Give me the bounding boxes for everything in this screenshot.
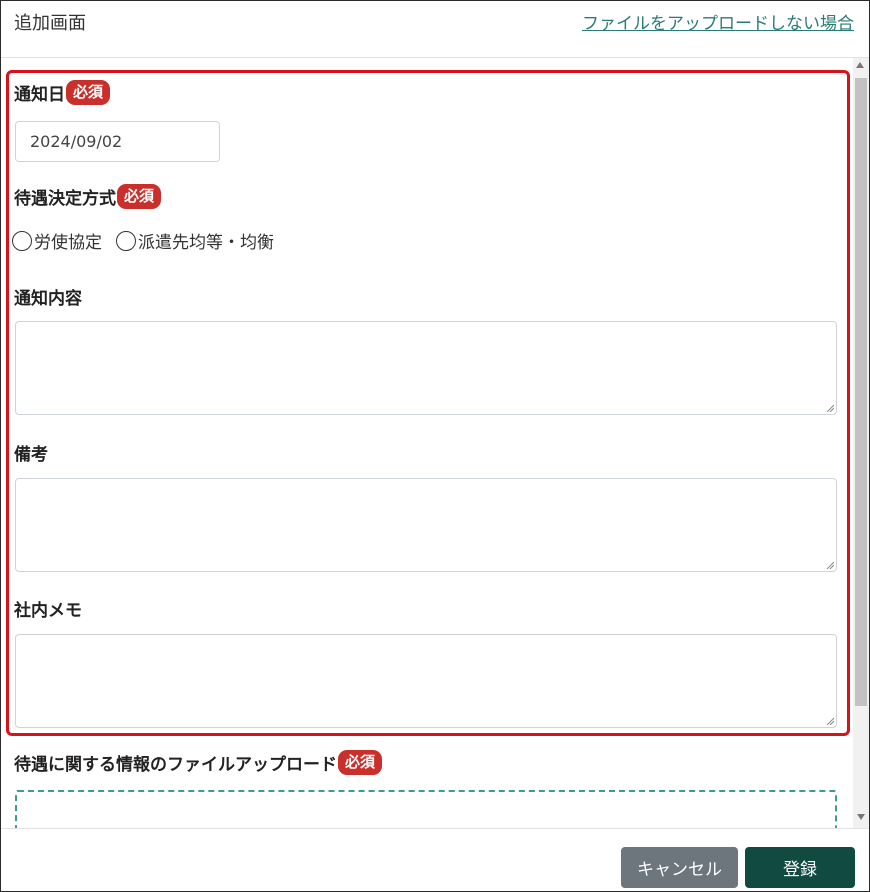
internal-memo-textarea[interactable] (15, 634, 837, 728)
dialog-footer: キャンセル 登録 (1, 828, 869, 891)
radio-button[interactable] (116, 230, 136, 251)
notice-content-textarea[interactable] (15, 321, 837, 415)
radio-label: 派遣先均等・均衡 (138, 233, 274, 253)
resize-grip-icon[interactable] (826, 561, 834, 569)
vertical-scrollbar[interactable] (853, 58, 869, 828)
internal-memo-label: 社内メモ (14, 596, 82, 621)
file-upload-label-text: 待遇に関する情報のファイルアップロード (14, 755, 337, 775)
skip-upload-link[interactable]: ファイルをアップロードしない場合 (582, 9, 854, 34)
required-badge: 必須 (117, 184, 162, 209)
treatment-method-label-text: 待遇決定方式 (14, 189, 116, 209)
scroll-down-arrow-icon[interactable] (857, 814, 865, 820)
radio-label: 労使協定 (34, 233, 102, 253)
page-title: 追加画面 (14, 13, 86, 34)
notice-date-field (15, 121, 220, 162)
scrollbar-thumb[interactable] (855, 78, 867, 706)
remarks-textarea[interactable] (15, 478, 837, 572)
file-dropzone[interactable] (15, 790, 837, 828)
file-upload-label: 待遇に関する情報のファイルアップロード 必須 (14, 750, 383, 775)
remarks-label: 備考 (14, 440, 48, 465)
dialog-header: 追加画面 ファイルをアップロードしない場合 (1, 1, 869, 58)
notice-date-input[interactable] (16, 122, 219, 161)
required-badge: 必須 (338, 750, 383, 775)
resize-grip-icon[interactable] (826, 404, 834, 412)
radio-labor-agreement[interactable]: 労使協定 (12, 228, 102, 253)
notice-content-label-text: 通知内容 (14, 289, 82, 309)
notice-content-label: 通知内容 (14, 284, 82, 309)
radio-equal-treatment[interactable]: 派遣先均等・均衡 (116, 228, 274, 253)
treatment-method-label: 待遇決定方式 必須 (14, 184, 162, 209)
scroll-up-arrow-icon[interactable] (856, 62, 864, 68)
form-body: 通知日 必須 待遇決定方式 必須 労使協定 (1, 58, 853, 828)
radio-button[interactable] (12, 230, 32, 251)
internal-memo-label-text: 社内メモ (14, 601, 82, 621)
notice-date-label: 通知日 必須 (14, 80, 111, 105)
submit-button[interactable]: 登録 (745, 847, 855, 888)
resize-grip-icon[interactable] (826, 717, 834, 725)
notice-date-label-text: 通知日 (14, 85, 65, 105)
treatment-method-radio-group: 労使協定 派遣先均等・均衡 (12, 228, 288, 253)
remarks-label-text: 備考 (14, 445, 48, 465)
cancel-button[interactable]: キャンセル (621, 847, 738, 888)
required-badge: 必須 (66, 80, 111, 105)
